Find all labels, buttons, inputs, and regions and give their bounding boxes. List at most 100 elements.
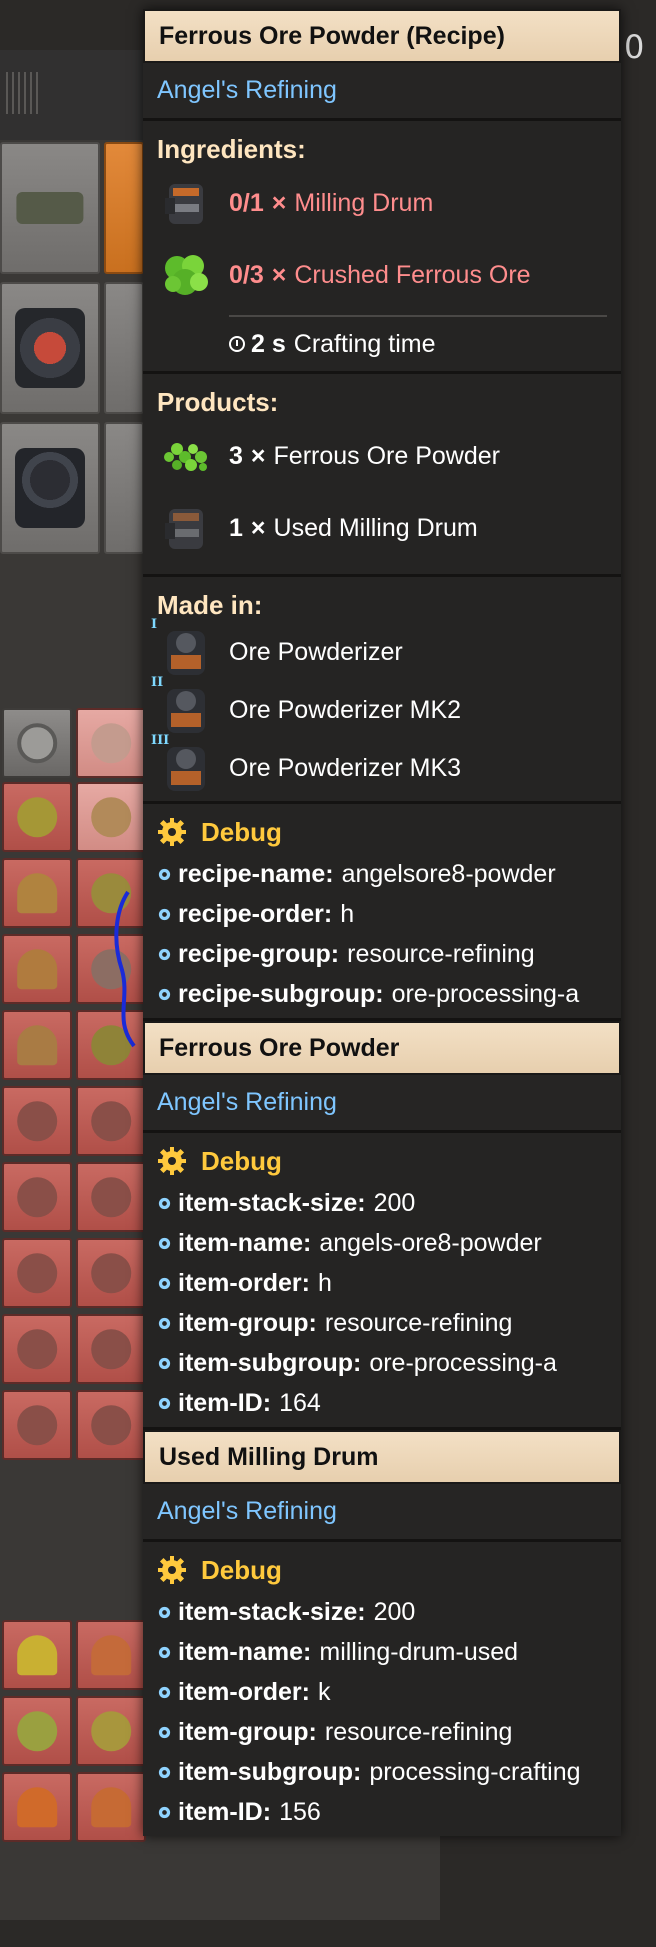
inventory-slot-machine-a[interactable] <box>0 282 100 414</box>
milling-drum-icon <box>157 174 215 232</box>
ingredients-section: Ingredients: 0/1 × Milling Drum 0/3 × Cr… <box>143 121 621 374</box>
debug-key: recipe-order: <box>178 899 333 928</box>
recipe-slot[interactable] <box>2 1238 72 1308</box>
item-title: Ferrous Ore Powder <box>143 1021 621 1075</box>
small-gear-icon <box>158 868 171 880</box>
crushed-ferrous-ore-icon <box>157 246 215 304</box>
debug-value: resource-refining <box>324 1717 513 1746</box>
small-gear-icon <box>158 1806 171 1818</box>
recipe-slot[interactable] <box>76 1162 146 1232</box>
recipe-slot[interactable] <box>2 1086 72 1156</box>
inventory-counter: 0 <box>624 28 645 66</box>
gear-icon <box>158 1556 186 1584</box>
debug-label: Debug <box>201 1554 282 1585</box>
debug-value: milling-drum-used <box>319 1637 519 1666</box>
ingredient-count: 0/3 <box>229 260 264 289</box>
item-title: Used Milling Drum <box>143 1430 621 1484</box>
product-row: 1 × Used Milling Drum <box>157 492 607 564</box>
crafting-time-value: 2 s <box>251 329 286 358</box>
recipe-tooltip: Ferrous Ore Powder (Recipe) Angel's Refi… <box>143 9 621 1836</box>
recipe-slot[interactable] <box>2 1696 72 1766</box>
recipe-slot[interactable] <box>76 782 146 852</box>
debug-key: item-group: <box>178 1717 317 1746</box>
item-mod-name: Angel's Refining <box>143 1075 621 1133</box>
recipe-slot[interactable] <box>2 1314 72 1384</box>
tier-label: II <box>151 675 164 690</box>
products-section: Products: 3 × Ferrous Ore Powder 1 × Use… <box>143 374 621 577</box>
small-gear-icon <box>158 1686 171 1698</box>
debug-value: angelsore8-powder <box>341 859 556 888</box>
inventory-slot-machine-d[interactable] <box>104 422 144 554</box>
small-gear-icon <box>158 1646 171 1658</box>
debug-line: recipe-group: resource-refining <box>157 934 607 974</box>
recipe-slot[interactable] <box>2 708 72 778</box>
debug-line: item-name: angels-ore8-powder <box>157 1223 607 1263</box>
item-mod-name: Angel's Refining <box>143 1484 621 1542</box>
debug-key: item-stack-size: <box>178 1188 366 1217</box>
item-debug-section: Debug item-stack-size: 200 item-name: mi… <box>143 1542 621 1836</box>
made-in-name: Ore Powderizer <box>229 637 403 666</box>
debug-line: recipe-name: angelsore8-powder <box>157 854 607 894</box>
recipe-slot[interactable] <box>2 1620 72 1690</box>
recipe-slot[interactable] <box>2 782 72 852</box>
debug-key: item-ID: <box>178 1388 272 1417</box>
debug-value: k <box>317 1677 331 1706</box>
debug-line: item-stack-size: 200 <box>157 1592 607 1632</box>
debug-key: item-stack-size: <box>178 1597 366 1626</box>
debug-line: recipe-subgroup: ore-processing-a <box>157 974 607 1014</box>
debug-line: item-subgroup: ore-processing-a <box>157 1343 607 1383</box>
times-sign: × <box>250 441 266 470</box>
inventory-slot-smg[interactable] <box>0 142 100 274</box>
times-sign: × <box>250 513 266 542</box>
debug-key: item-subgroup: <box>178 1348 362 1377</box>
debug-value: 156 <box>279 1797 321 1826</box>
made-in-name: Ore Powderizer MK2 <box>229 695 462 724</box>
ingredients-heading: Ingredients: <box>157 133 306 164</box>
recipe-title: Ferrous Ore Powder (Recipe) <box>143 9 621 63</box>
debug-value: ore-processing-a <box>369 1348 557 1377</box>
recipe-slot[interactable] <box>2 1390 72 1460</box>
recipe-slot[interactable] <box>76 1314 146 1384</box>
debug-value: resource-refining <box>324 1308 513 1337</box>
recipe-slot[interactable] <box>76 1772 146 1842</box>
small-gear-icon <box>158 1397 171 1409</box>
recipe-slot[interactable] <box>2 1162 72 1232</box>
recipe-slot[interactable] <box>2 1772 72 1842</box>
ore-powderizer-mk3-icon: III <box>151 733 215 797</box>
recipe-slot[interactable] <box>76 1238 146 1308</box>
ingredient-row: 0/3 × Crushed Ferrous Ore <box>157 239 607 311</box>
small-gear-icon <box>158 1357 171 1369</box>
clock-icon <box>229 336 245 352</box>
inventory-slot-selected[interactable] <box>104 142 144 274</box>
debug-key: item-name: <box>178 1637 312 1666</box>
tier-label: III <box>151 733 170 748</box>
small-gear-icon <box>158 948 171 960</box>
recipe-mod-name: Angel's Refining <box>143 63 621 121</box>
annotation-scribble <box>114 890 136 1048</box>
drag-handle[interactable] <box>6 72 38 114</box>
recipe-slot[interactable] <box>76 1620 146 1690</box>
product-name: Ferrous Ore Powder <box>273 441 500 470</box>
debug-line: item-stack-size: 200 <box>157 1183 607 1223</box>
debug-label: Debug <box>201 1145 282 1176</box>
inventory-slot-machine-c[interactable] <box>0 422 100 554</box>
gear-icon <box>158 1147 186 1175</box>
inventory-slot-machine-b[interactable] <box>104 282 144 414</box>
small-gear-icon <box>158 908 171 920</box>
recipe-slot[interactable] <box>76 1390 146 1460</box>
debug-value: resource-refining <box>347 939 535 968</box>
recipe-slot[interactable] <box>2 1010 72 1080</box>
made-in-row: I Ore Powderizer <box>151 617 607 681</box>
debug-line: item-name: milling-drum-used <box>157 1632 607 1672</box>
recipe-slot[interactable] <box>76 1086 146 1156</box>
small-gear-icon <box>158 1197 171 1209</box>
recipe-slot[interactable] <box>76 708 146 778</box>
debug-key: item-ID: <box>178 1797 272 1826</box>
debug-heading: Debug <box>157 810 607 854</box>
debug-key: recipe-subgroup: <box>178 979 384 1008</box>
recipe-slot[interactable] <box>2 934 72 1004</box>
small-gear-icon <box>158 1237 171 1249</box>
recipe-slot[interactable] <box>2 858 72 928</box>
recipe-slot[interactable] <box>76 1696 146 1766</box>
debug-value: angels-ore8-powder <box>319 1228 542 1257</box>
